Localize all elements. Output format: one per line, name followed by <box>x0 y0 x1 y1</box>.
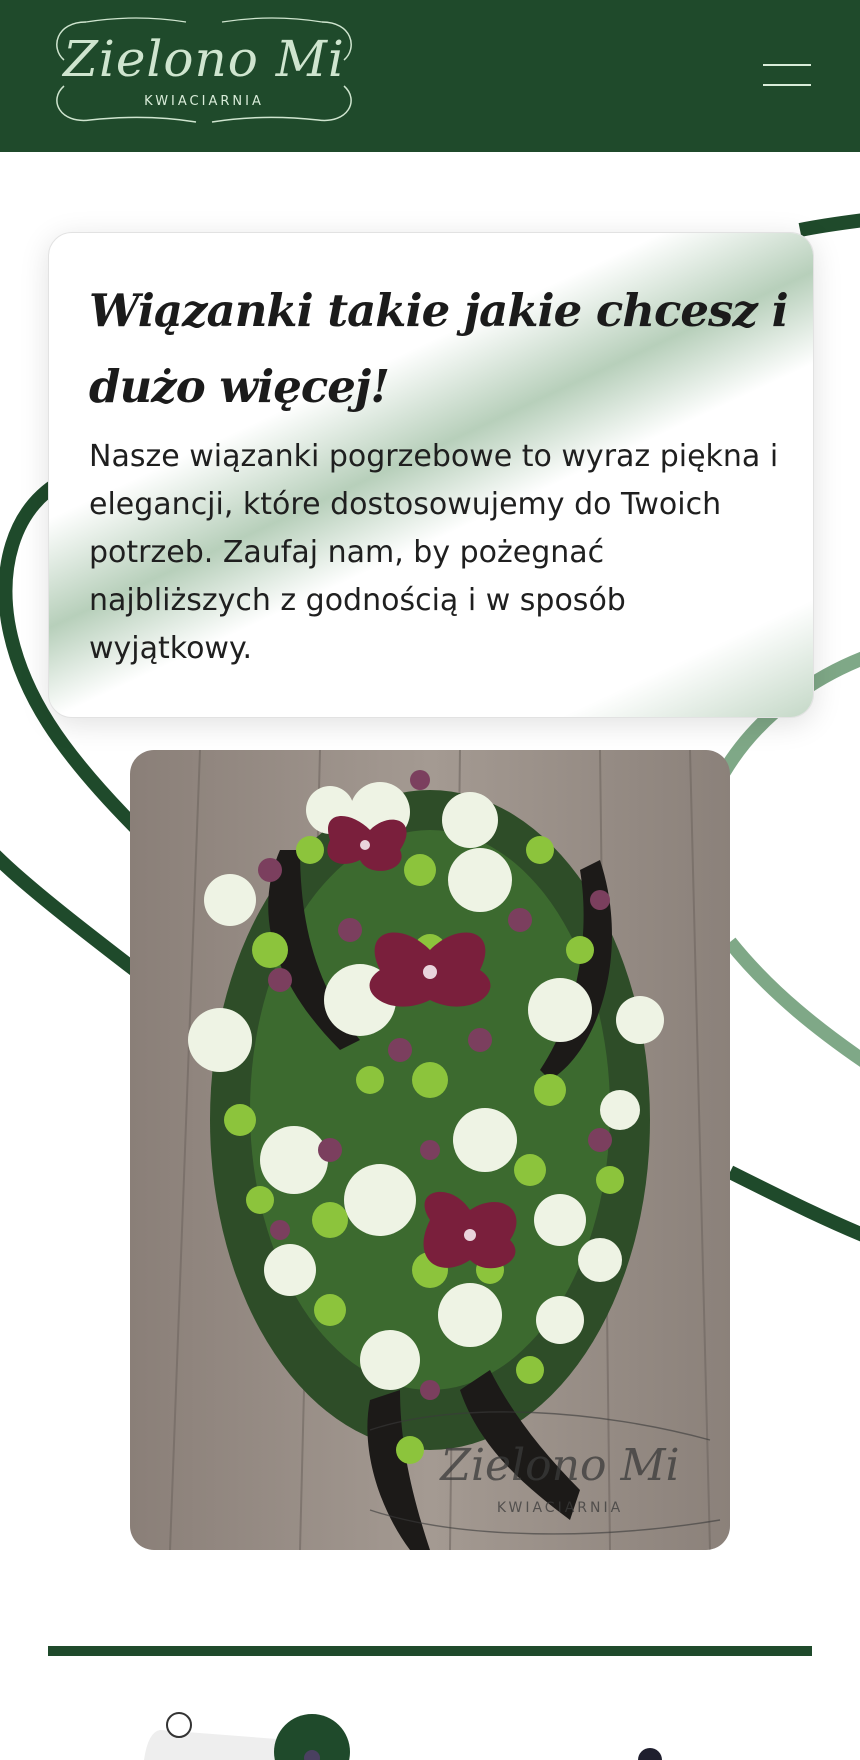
intro-title: Wiązanki takie jakie chcesz i dużo więce… <box>89 284 789 413</box>
circle-icon <box>166 1712 192 1738</box>
photo-watermark-name: Zielono Mi <box>438 1440 679 1491</box>
next-section-illustration <box>144 1712 662 1760</box>
site-header: Zielono Mi KWIACIARNIA <box>0 0 860 152</box>
menu-line <box>763 84 811 86</box>
wreath-illustration: Zielono Mi KWIACIARNIA <box>130 750 730 1550</box>
logo[interactable]: Zielono Mi KWIACIARNIA <box>46 8 362 134</box>
intro-text: Nasze wiązanki pogrzebowe to wyraz piękn… <box>89 439 779 666</box>
wreath-photo: Zielono Mi KWIACIARNIA <box>130 750 730 1550</box>
hamburger-menu-icon[interactable] <box>760 60 812 90</box>
intro-card: Wiązanki takie jakie chcesz i dużo więce… <box>48 232 814 718</box>
logo-subtitle: KWIACIARNIA <box>144 94 264 109</box>
section-divider <box>48 1646 812 1656</box>
photo-watermark-subtitle: KWIACIARNIA <box>497 1500 623 1516</box>
dot-icon <box>638 1748 662 1760</box>
menu-line <box>763 64 811 66</box>
logo-name: Zielono Mi <box>63 30 345 88</box>
